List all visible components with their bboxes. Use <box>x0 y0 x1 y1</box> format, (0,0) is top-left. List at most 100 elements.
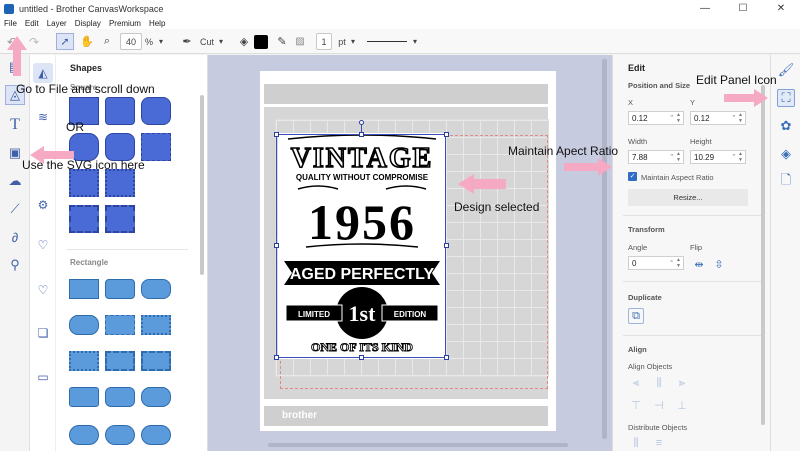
close-button[interactable]: ✕ <box>762 0 800 17</box>
menu-display[interactable]: Display <box>71 19 105 28</box>
resize-handle-r[interactable] <box>444 243 449 248</box>
shape-rect-round[interactable] <box>141 279 171 299</box>
shape-rect-stamp[interactable] <box>141 315 171 335</box>
mode-dropdown-icon[interactable]: ▾ <box>216 33 226 50</box>
title-bar: untitled - Brother CanvasWorkspace — ☐ ✕ <box>0 0 800 17</box>
resize-handle-l[interactable] <box>274 243 279 248</box>
shape-square-soft[interactable] <box>105 133 135 161</box>
shape-rect-rounded[interactable] <box>105 279 135 299</box>
shape-rect-soft[interactable] <box>69 387 99 407</box>
fill-bucket-icon[interactable]: ◈ <box>236 33 252 50</box>
menu-premium[interactable]: Premium <box>105 19 145 28</box>
shape-rect-oval[interactable] <box>69 425 99 445</box>
hand-tool-icon[interactable]: ✋ <box>78 33 96 50</box>
line-pen-icon[interactable]: ✎ <box>274 33 290 50</box>
shape-rect-medium[interactable] <box>105 387 135 407</box>
y-input[interactable]: 0.12 " ▲ ▼ <box>690 111 746 125</box>
shape-rect-ticket[interactable] <box>141 351 171 371</box>
shape-rect-oval-2[interactable] <box>105 425 135 445</box>
shape-square-stamp[interactable] <box>69 169 99 197</box>
angle-input[interactable]: 0 ° ▲ ▼ <box>628 256 684 270</box>
resize-handle-tl[interactable] <box>274 132 279 137</box>
rotate-handle[interactable] <box>359 120 364 125</box>
shape-rect-pill[interactable] <box>69 315 99 335</box>
width-input[interactable]: 7.88 " ▲ ▼ <box>628 150 684 164</box>
minimize-button[interactable]: — <box>686 0 724 17</box>
align-middle-icon[interactable]: ⊣ <box>651 397 667 413</box>
curve-tool-icon[interactable]: ∂ <box>5 227 25 247</box>
align-top-icon[interactable]: ⊤ <box>628 397 644 413</box>
stroke-width-input[interactable]: 1 <box>316 33 332 50</box>
brush-icon[interactable]: 🖌 <box>777 61 795 79</box>
distribute-v-icon[interactable]: ≡ <box>651 435 667 451</box>
shape-square-ticket[interactable] <box>105 205 135 233</box>
flip-vertical-icon[interactable]: ⇳ <box>711 256 727 272</box>
layers-icon[interactable]: ◈ <box>777 145 795 163</box>
canvas-area[interactable]: brother VINTAGE QUALITY WITHOUT COMPROMI… <box>208 55 612 451</box>
shape-square-scallop[interactable] <box>141 133 171 161</box>
edit-panel-icon[interactable]: ⛶ <box>777 89 795 107</box>
shape-square-postage[interactable] <box>69 205 99 233</box>
resize-button[interactable]: Resize... <box>628 189 748 206</box>
stroke-dropdown-icon[interactable]: ▾ <box>348 33 358 50</box>
zoom-icon[interactable]: ⌕ <box>98 33 116 50</box>
line-tool-icon[interactable]: ⟋ <box>5 199 25 219</box>
line-color-icon[interactable]: ▨ <box>292 33 308 50</box>
cloud-icon[interactable]: ☁ <box>5 171 25 191</box>
heart-shapes-icon[interactable]: ♡ <box>33 235 53 255</box>
tag-shapes-icon[interactable]: ❏ <box>33 323 53 343</box>
align-bottom-icon[interactable]: ⊥ <box>674 397 690 413</box>
basic-shapes-icon[interactable]: ◭ <box>33 63 53 83</box>
menu-layer[interactable]: Layer <box>43 19 71 28</box>
flip-horizontal-icon[interactable]: ⇹ <box>691 256 707 272</box>
shape-square-rounded[interactable] <box>105 97 135 125</box>
x-input[interactable]: 0.12 " ▲ ▼ <box>628 111 684 125</box>
text-tool-icon[interactable]: T <box>5 115 25 135</box>
select-tool-icon[interactable]: ➚ <box>56 33 74 50</box>
distribute-h-icon[interactable]: ⫼ <box>628 435 644 451</box>
edit-panel-scrollbar[interactable] <box>761 85 765 425</box>
label-shapes-icon[interactable]: ▭ <box>33 367 53 387</box>
shape-rect-zigzag[interactable] <box>69 351 99 371</box>
gear-shapes-icon[interactable]: ⚙ <box>33 195 53 215</box>
resize-handle-bl[interactable] <box>274 355 279 360</box>
shape-rect[interactable] <box>69 279 99 299</box>
maximize-button[interactable]: ☐ <box>724 0 762 17</box>
node-tool-icon[interactable]: ⚲ <box>5 255 25 275</box>
annotation-arrow-right-aspect <box>564 158 612 176</box>
shape-rect-oval-3[interactable] <box>141 425 171 445</box>
heart-outline-icon[interactable]: ♡ <box>33 280 53 300</box>
pattern-icon[interactable]: ✿ <box>777 117 795 135</box>
shape-square-round[interactable] <box>141 97 171 125</box>
line-style-select[interactable]: ▾ <box>364 33 420 50</box>
align-center-icon[interactable]: ⫼ <box>651 375 667 391</box>
fill-color-swatch[interactable] <box>254 35 268 49</box>
pen-icon[interactable]: ✒ <box>178 33 196 50</box>
redo-icon[interactable]: ↷ <box>26 33 42 50</box>
shape-rect-capsule[interactable] <box>141 387 171 407</box>
aspect-ratio-checkbox[interactable]: ✓ <box>628 172 637 181</box>
zoom-input[interactable]: 40 <box>120 33 142 50</box>
canvas-scrollbar-v[interactable] <box>602 59 607 439</box>
mode-label[interactable]: Cut <box>198 33 216 50</box>
height-input[interactable]: 10.29 " ▲ ▼ <box>690 150 746 164</box>
duplicate-icon[interactable]: ⧉ <box>628 308 644 324</box>
wave-shapes-icon[interactable]: ≋ <box>33 107 53 127</box>
toolbar: ↶ ↷ ➚ ✋ ⌕ 40 % ▾ ✒ Cut ▾ ◈ ✎ ▨ 1 pt ▾ ▾ <box>0 29 800 54</box>
shape-rect-postage[interactable] <box>105 351 135 371</box>
resize-handle-t[interactable] <box>359 132 364 137</box>
align-left-icon[interactable]: ⫷ <box>628 375 644 391</box>
shapes-scrollbar[interactable] <box>200 95 204 275</box>
zoom-dropdown-icon[interactable]: ▾ <box>156 33 166 50</box>
menu-file[interactable]: File <box>0 19 21 28</box>
document-icon[interactable]: 🗋 <box>777 172 795 191</box>
shape-rect-scallop[interactable] <box>105 315 135 335</box>
resize-handle-tr[interactable] <box>444 132 449 137</box>
resize-handle-br[interactable] <box>444 355 449 360</box>
menu-edit[interactable]: Edit <box>21 19 43 28</box>
align-right-icon[interactable]: ⫸ <box>674 375 690 391</box>
shape-square-zigzag[interactable] <box>105 169 135 197</box>
resize-handle-b[interactable] <box>359 355 364 360</box>
menu-help[interactable]: Help <box>145 19 169 28</box>
canvas-scrollbar-h[interactable] <box>268 443 568 447</box>
